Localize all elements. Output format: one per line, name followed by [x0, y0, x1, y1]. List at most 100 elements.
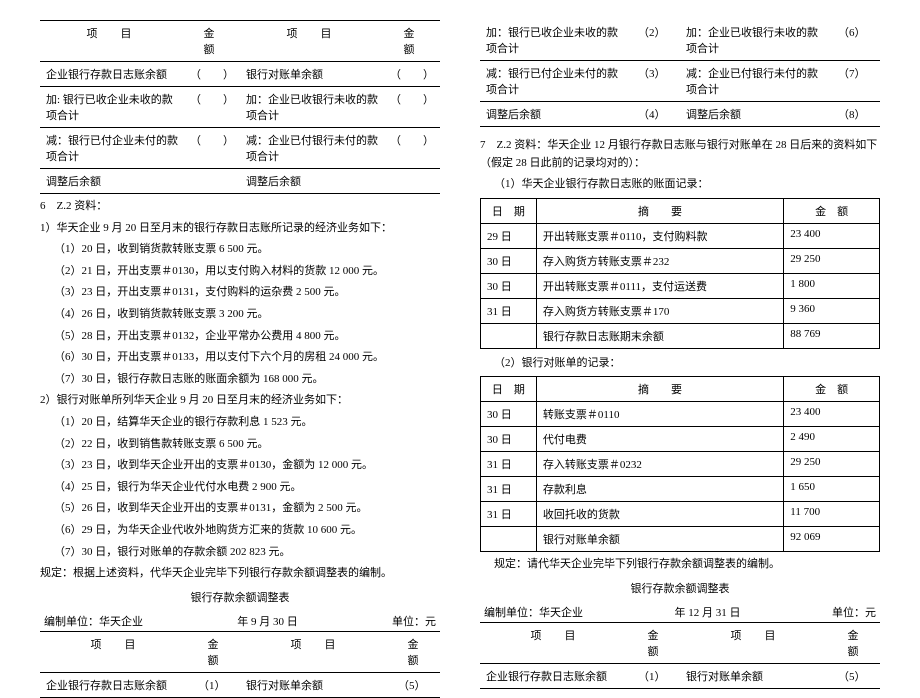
p6-2-4: （4）25 日，银行为华天企业代付水电费 2 900 元。 [40, 479, 440, 497]
problem-7-head: 7 Z.2 资料：华天企业 12 月银行存款日志账与银行对账单在 28 日后来的… [480, 137, 880, 172]
cell-amount: 23 400 [784, 223, 880, 248]
adjT-r4a-v: （4） [632, 102, 680, 127]
adjustment-table-top-right: 加：银行已收企业未收的款项合计 （2） 加：企业已收银行未收的款项合计 （6） … [480, 20, 880, 127]
p6-2-1: （1）20 日，结算华天企业的银行存款利息 1 523 元。 [40, 414, 440, 432]
adj2-h2: 金 额 [192, 631, 240, 672]
cell-amount: 92 069 [784, 527, 880, 552]
adjustment-table-3: 项 目 金 额 项 目 金 额 企业银行存款日志账余额 （1） 银行对账单余额 … [480, 622, 880, 689]
cell-amount: 88 769 [784, 323, 880, 348]
adj3-r1a-v: （1） [632, 663, 680, 688]
t1-h3: 金 额 [784, 198, 880, 223]
adjustment-table-2: 项 目 金 额 项 目 金 额 企业银行存款日志账余额 （1） 银行对账单余额 … [40, 631, 440, 698]
adjT-r3b: 减：企业已付银行未付的款项合计 [680, 61, 832, 102]
adj3-h3: 项 目 [680, 622, 832, 663]
adj1-r1b-val: （ ） [384, 62, 440, 87]
t2-h3: 金 额 [784, 377, 880, 402]
cell-desc: 开出转账支票＃0111，支付运送费 [536, 273, 783, 298]
adjT-r2b-v: （6） [832, 20, 880, 61]
p6-req: 规定：根据上述资料，代华天企业完毕下列银行存款余额调整表的编制。 [40, 565, 440, 583]
adj3-meta-c: 年 12 月 31 日 [675, 604, 741, 620]
p6-1-3: （3）23 日，开出支票＃0131，支付购料的运杂费 2 500 元。 [40, 284, 440, 302]
cell-date: 31 日 [481, 502, 537, 527]
p7-req: 规定：请代华天企业完毕下列银行存款余额调整表的编制。 [480, 556, 880, 574]
cell-desc: 开出转账支票＃0110，支付购料款 [536, 223, 783, 248]
adj2-meta-l: 编制单位：华天企业 [44, 613, 143, 629]
adj2-h4: 金 额 [392, 631, 440, 672]
cell-date: 31 日 [481, 452, 537, 477]
t2-h2: 摘 要 [536, 377, 783, 402]
adj1-r2b: 加：企业已收银行未收的款项合计 [240, 87, 384, 128]
cell-amount: 29 250 [784, 248, 880, 273]
table-row: 30 日转账支票＃011023 400 [481, 402, 880, 427]
cell-amount: 1 650 [784, 477, 880, 502]
p6-1-4: （4）26 日，收到销货款转账支票 3 200 元。 [40, 306, 440, 324]
table-row: 29 日开出转账支票＃0110，支付购料款23 400 [481, 223, 880, 248]
table-row: 30 日存入购货方转账支票＃23229 250 [481, 248, 880, 273]
adj3-h2: 金 额 [632, 622, 680, 663]
col-amt1: 金 额 [184, 21, 240, 62]
p6-2-5: （5）26 日，收到华天企业开出的支票＃0131，金额为 2 500 元。 [40, 500, 440, 518]
adj1-r3a: 减：银行已付企业未付的款项合计 [40, 128, 184, 169]
adj3-title: 银行存款余额调整表 [480, 580, 880, 596]
adjT-r3a-v: （3） [632, 61, 680, 102]
p6-1-7: （7）30 日，银行存款日志账的账面余额为 168 000 元。 [40, 371, 440, 389]
p6-2-3: （3）23 日，收到华天企业开出的支票＃0130，金额为 12 000 元。 [40, 457, 440, 475]
cell-desc: 存入购货方转账支票＃232 [536, 248, 783, 273]
cell-desc: 存款利息 [536, 477, 783, 502]
cell-amount: 23 400 [784, 402, 880, 427]
col-amt2: 金 额 [384, 21, 440, 62]
adjT-r3a: 减：银行已付企业未付的款项合计 [480, 61, 632, 102]
problem-6-head: 6 Z.2 资料： [40, 198, 440, 216]
p6-1-1: （1）20 日，收到销货款转账支票 6 500 元。 [40, 241, 440, 259]
table-row: 31 日收回托收的货款11 700 [481, 502, 880, 527]
table-row: 银行对账单余额92 069 [481, 527, 880, 552]
table-row: 银行存款日志账期末余额88 769 [481, 323, 880, 348]
t2-h1: 日 期 [481, 377, 537, 402]
adj1-r4a: 调整后余额 [40, 169, 184, 194]
cell-desc: 收回托收的货款 [536, 502, 783, 527]
adjustment-table-blank: 项 目 金 额 项 目 金 额 企业银行存款日志账余额 （ ） 银行对账单余额 … [40, 20, 440, 194]
adj3-r1b-v: （5） [832, 663, 880, 688]
table-row: 31 日存入购货方转账支票＃1709 360 [481, 298, 880, 323]
t1-h1: 日 期 [481, 198, 537, 223]
adjT-r2a-v: （2） [632, 20, 680, 61]
journal-table: 日 期 摘 要 金 额 29 日开出转账支票＃0110，支付购料款23 4003… [480, 198, 880, 349]
adj3-h1: 项 目 [480, 622, 632, 663]
p6-1-5: （5）28 日，开出支票＃0132，企业平常办公费用 4 800 元。 [40, 328, 440, 346]
adj1-r3a-val: （ ） [184, 128, 240, 169]
adj1-r1b: 银行对账单余额 [240, 62, 384, 87]
table-row: 31 日存入转账支票＃023229 250 [481, 452, 880, 477]
cell-desc: 存入转账支票＃0232 [536, 452, 783, 477]
cell-date: 30 日 [481, 273, 537, 298]
adj1-r1a-val: （ ） [184, 62, 240, 87]
p6-1: 1）华天企业 9 月 20 日至月末的银行存款日志账所记录的经济业务如下： [40, 220, 440, 238]
cell-date: 31 日 [481, 477, 537, 502]
adj3-h4: 金 额 [832, 622, 880, 663]
cell-date: 31 日 [481, 298, 537, 323]
cell-desc: 存入购货方转账支票＃170 [536, 298, 783, 323]
p6-2: 2）银行对账单所列华天企业 9 月 20 日至月末的经济业务如下： [40, 392, 440, 410]
adj2-h3: 项 目 [240, 631, 392, 672]
adj2-title: 银行存款余额调整表 [40, 589, 440, 605]
cell-date: 29 日 [481, 223, 537, 248]
adj1-r2b-val: （ ） [384, 87, 440, 128]
cell-date: 30 日 [481, 402, 537, 427]
cell-date: 30 日 [481, 248, 537, 273]
adj1-r4a-val [184, 169, 240, 194]
adjT-r4a: 调整后余额 [480, 102, 632, 127]
table-row: 30 日代付电费2 490 [481, 427, 880, 452]
cell-desc: 银行对账单余额 [536, 527, 783, 552]
adjT-r4b: 调整后余额 [680, 102, 832, 127]
cell-amount: 1 800 [784, 273, 880, 298]
adjT-r4b-v: （8） [832, 102, 880, 127]
table-row: 30 日开出转账支票＃0111，支付运送费1 800 [481, 273, 880, 298]
adjT-r3b-v: （7） [832, 61, 880, 102]
cell-desc: 代付电费 [536, 427, 783, 452]
col-item2: 项 目 [240, 21, 384, 62]
adj3-meta-l: 编制单位：华天企业 [484, 604, 583, 620]
adj2-meta-r: 单位：元 [392, 613, 436, 629]
p6-2-7: （7）30 日，银行对账单的存款余额 202 823 元。 [40, 544, 440, 562]
col-item1: 项 目 [40, 21, 184, 62]
cell-date: 30 日 [481, 427, 537, 452]
t1-h2: 摘 要 [536, 198, 783, 223]
